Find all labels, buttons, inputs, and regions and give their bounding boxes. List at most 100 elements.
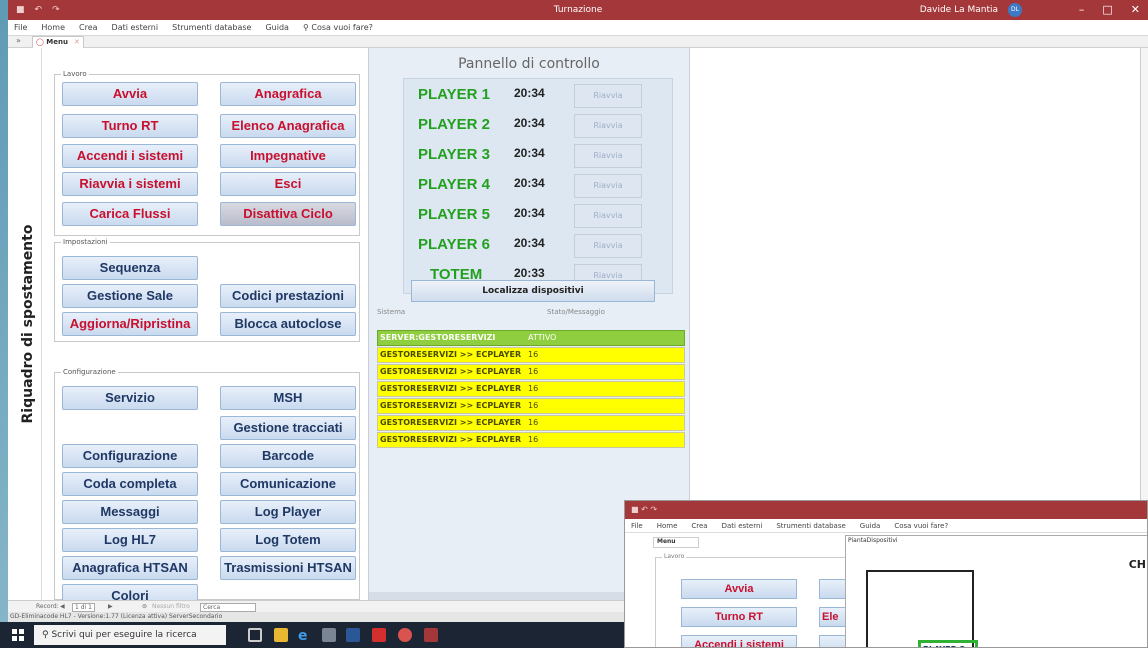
menu-crea[interactable]: Crea: [691, 522, 707, 530]
acrobat-icon[interactable]: [372, 628, 386, 642]
codici-prestazioni-button[interactable]: Codici prestazioni: [220, 284, 356, 308]
log-hl7-button[interactable]: Log HL7: [62, 528, 198, 552]
filter-status[interactable]: Nessun filtro: [152, 603, 190, 610]
turno-rt-button[interactable]: Turno RT: [681, 607, 797, 627]
record-position[interactable]: 1 di 1: [72, 603, 95, 612]
windows-start-icon[interactable]: [12, 629, 24, 641]
riavvia-button[interactable]: Riavvia: [574, 144, 642, 168]
aggiorna-ripristina-button[interactable]: Aggiorna/Ripristina: [62, 312, 198, 336]
carica-flussi-button[interactable]: Carica Flussi: [62, 202, 198, 226]
device-player-3[interactable]: PLAYER 3: [918, 640, 978, 647]
gestione-tracciati-button[interactable]: Gestione tracciati: [220, 416, 356, 440]
room-outline: [866, 570, 974, 647]
secondary-access-window[interactable]: ■ ↶ ↷ File Home Crea Dati esterni Strume…: [624, 500, 1148, 648]
anagrafica-htsan-button[interactable]: Anagrafica HTSAN: [62, 556, 198, 580]
tell-me-search[interactable]: ⚲ Cosa vuoi fare?: [303, 23, 373, 32]
menu-crea[interactable]: Crea: [79, 23, 98, 32]
task-view-icon[interactable]: [248, 628, 262, 642]
log-player-button[interactable]: Log Player: [220, 500, 356, 524]
riavvia-button[interactable]: Riavvia: [574, 84, 642, 108]
msh-button[interactable]: MSH: [220, 386, 356, 410]
record-next-icon[interactable]: ▶: [108, 603, 113, 610]
user-name[interactable]: Davide La Mantia: [920, 5, 998, 15]
expand-nav-icon[interactable]: »: [16, 36, 21, 45]
menu-strumenti-database[interactable]: Strumenti database: [172, 23, 251, 32]
turno-rt-button[interactable]: Turno RT: [62, 114, 198, 138]
messaggi-button[interactable]: Messaggi: [62, 500, 198, 524]
avvia-button[interactable]: Avvia: [681, 579, 797, 599]
gestione-sale-button[interactable]: Gestione Sale: [62, 284, 198, 308]
avvia-button[interactable]: Avvia: [62, 82, 198, 106]
record-search-input[interactable]: Cerca: [200, 603, 256, 612]
accendi-sistemi-button[interactable]: Accendi i sistemi: [681, 635, 797, 647]
player-time: 20:34: [514, 236, 545, 250]
log-totem-button[interactable]: Log Totem: [220, 528, 356, 552]
disattiva-ciclo-button[interactable]: Disattiva Ciclo: [220, 202, 356, 226]
menu-home[interactable]: Home: [41, 23, 65, 32]
riavvia-sistemi-button[interactable]: Riavvia i sistemi: [62, 172, 198, 196]
secondary-ribbon-tabs: File Home Crea Dati esterni Strumenti da…: [625, 519, 1147, 533]
comunicazione-button[interactable]: Comunicazione: [220, 472, 356, 496]
tab-menu[interactable]: Menu: [653, 537, 699, 548]
riavvia-button[interactable]: Riavvia: [574, 174, 642, 198]
group-impostazioni-label: Impostazioni: [63, 238, 108, 246]
servizio-button[interactable]: Servizio: [62, 386, 198, 410]
impegnative-button[interactable]: Impegnative: [220, 144, 356, 168]
status-system: GESTORESERVIZI >> ECPLAYER: [380, 418, 522, 427]
coda-completa-button[interactable]: Coda completa: [62, 472, 198, 496]
status-value: 16: [528, 350, 539, 359]
menu-guida[interactable]: Guida: [860, 522, 881, 530]
riavvia-button[interactable]: Riavvia: [574, 234, 642, 258]
sequenza-button[interactable]: Sequenza: [62, 256, 198, 280]
barcode-button[interactable]: Barcode: [220, 444, 356, 468]
menu-dati-esterni[interactable]: Dati esterni: [112, 23, 159, 32]
status-row: GESTORESERVIZI >> ECPLAYER 16: [377, 398, 685, 414]
riavvia-button[interactable]: Riavvia: [574, 204, 642, 228]
blocca-autoclose-button[interactable]: Blocca autoclose: [220, 312, 356, 336]
accendi-sistemi-button[interactable]: Accendi i sistemi: [62, 144, 198, 168]
menu-guida[interactable]: Guida: [265, 23, 288, 32]
close-label[interactable]: CH: [1129, 558, 1146, 571]
menu-file[interactable]: File: [631, 522, 643, 530]
avatar[interactable]: DL: [1008, 3, 1022, 17]
record-first-icon[interactable]: ◀: [60, 603, 65, 610]
tell-me-label[interactable]: Cosa vuoi fare?: [894, 522, 948, 530]
form-title: PiantaDispositivi: [848, 537, 898, 544]
configurazione-button[interactable]: Configurazione: [62, 444, 198, 468]
access-icon[interactable]: [424, 628, 438, 642]
title-bar: ■ ↶ ↷ Turnazione Davide La Mantia DL – □…: [8, 0, 1148, 20]
group-lavoro-label: Lavoro: [63, 70, 87, 78]
word-icon[interactable]: [346, 628, 360, 642]
player-row: PLAYER 6 20:34 Riavvia: [408, 231, 670, 261]
close-tab-icon[interactable]: ✕: [74, 38, 80, 46]
minimize-icon[interactable]: –: [1079, 3, 1085, 16]
status-row: GESTORESERVIZI >> ECPLAYER 16: [377, 364, 685, 380]
tab-menu[interactable]: ◯ Menu ✕: [32, 36, 84, 48]
anagrafica-button[interactable]: Anagrafica: [220, 82, 356, 106]
localizza-dispositivi-button[interactable]: Localizza dispositivi: [411, 280, 655, 302]
menu-strumenti-database[interactable]: Strumenti database: [776, 522, 845, 530]
menu-dati-esterni[interactable]: Dati esterni: [722, 522, 763, 530]
maximize-icon[interactable]: □: [1102, 3, 1112, 16]
esci-button[interactable]: Esci: [220, 172, 356, 196]
calculator-icon[interactable]: [322, 628, 336, 642]
player-time: 20:34: [514, 176, 545, 190]
close-icon[interactable]: ✕: [1131, 3, 1140, 16]
player-name: PLAYER 4: [418, 176, 490, 193]
edge-icon[interactable]: e: [298, 628, 312, 644]
taskbar-search-input[interactable]: ⚲ Scrivi qui per eseguire la ricerca: [34, 625, 226, 645]
tell-me-label: Cosa vuoi fare?: [311, 23, 373, 32]
menu-home[interactable]: Home: [657, 522, 678, 530]
navigation-pane[interactable]: Riquadro di spostamento: [8, 48, 42, 600]
app-icon[interactable]: [398, 628, 412, 642]
status-row: SERVER:GESTORESERVIZI ATTIVO: [377, 330, 685, 346]
filter-icon[interactable]: ⊜: [142, 603, 147, 610]
player-row: PLAYER 1 20:34 Riavvia: [408, 81, 670, 111]
riavvia-button[interactable]: Riavvia: [574, 114, 642, 138]
menu-file[interactable]: File: [14, 23, 27, 32]
elenco-anagrafica-button[interactable]: Elenco Anagrafica: [220, 114, 356, 138]
trasmissioni-htsan-button[interactable]: Trasmissioni HTSAN: [220, 556, 356, 580]
status-system: GESTORESERVIZI >> ECPLAYER: [380, 435, 522, 444]
file-explorer-icon[interactable]: [274, 628, 288, 642]
player-name: PLAYER 6: [418, 236, 490, 253]
